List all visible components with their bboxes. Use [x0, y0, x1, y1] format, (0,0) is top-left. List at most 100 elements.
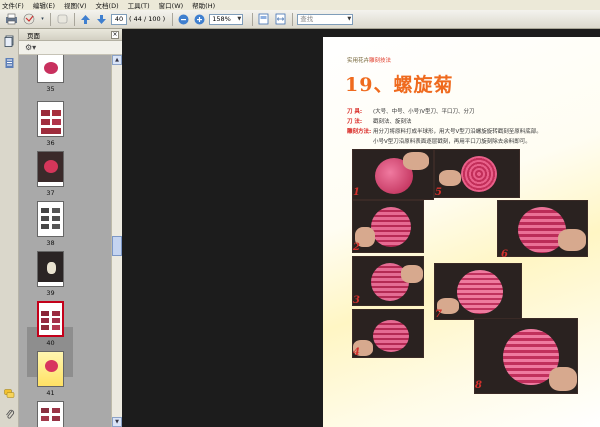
- process-line: 雕刻方法: 用分刀将原料打成半球形，用大号V型刀沿螺旋旋转戳刻至原料底部。: [347, 127, 542, 135]
- menu-tools[interactable]: 工具(T): [128, 0, 150, 10]
- toolbar-divider: [172, 12, 174, 26]
- method-line: 刀 法: 戳刻法、旋刻法: [347, 117, 412, 125]
- thumbnail-label: 37: [46, 189, 55, 197]
- find-input[interactable]: 查找 ▼: [297, 13, 354, 25]
- comments-icon[interactable]: [4, 389, 15, 400]
- step-number: 7: [435, 309, 442, 320]
- zoom-in-icon[interactable]: [193, 12, 205, 26]
- hand: [558, 229, 586, 251]
- menu-file[interactable]: 文件(F): [2, 0, 24, 10]
- page-thumbnail[interactable]: [37, 101, 64, 137]
- find-placeholder: 查找: [300, 14, 314, 23]
- thumbnail-label: 38: [46, 239, 55, 247]
- thumbnail-label: 35: [46, 85, 55, 93]
- step-number: 2: [353, 242, 360, 253]
- step-photo: [352, 309, 424, 358]
- toolbar-divider: [74, 12, 75, 26]
- radish-ball: [457, 270, 503, 314]
- previous-page-icon[interactable]: [79, 12, 91, 26]
- step-number: 3: [353, 295, 360, 306]
- page-thumbnail[interactable]: [37, 55, 64, 83]
- thumbnail-scrollbar[interactable]: ▲ ▼: [111, 55, 122, 427]
- email-icon[interactable]: [22, 12, 36, 26]
- step-number: 1: [353, 187, 360, 198]
- menu-document[interactable]: 文档(D): [96, 0, 119, 10]
- toolbar: ▾ 40 ( 44 / 100 ) 158% ▼ 查找 ▼: [0, 10, 600, 29]
- radish-ball: [371, 207, 411, 247]
- hand: [403, 152, 429, 170]
- hand-tool-icon[interactable]: [55, 12, 69, 26]
- zoom-level-select[interactable]: 158% ▼: [209, 13, 244, 25]
- tools-line: 刀 具: (大号、中号、小号)V型刀、平口刀、分刀: [347, 107, 475, 115]
- bookmarks-icon[interactable]: [3, 57, 15, 69]
- options-gear-icon[interactable]: ⚙▾: [25, 43, 36, 52]
- step-number: 8: [475, 380, 482, 391]
- page-title: 19、螺旋菊: [345, 74, 454, 96]
- method-value: 戳刻法、旋刻法: [373, 119, 412, 125]
- chevron-down-icon: ▼: [347, 15, 352, 22]
- chevron-down-icon: ▼: [237, 15, 242, 22]
- menu-help[interactable]: 帮助(H): [192, 0, 215, 10]
- close-icon[interactable]: ×: [111, 31, 119, 39]
- step-photo: [352, 200, 424, 253]
- process-value-1: 用分刀将原料打成半球形，用大号V型刀沿螺旋旋转戳刻至原料底部。: [373, 129, 542, 135]
- page-thumbnail[interactable]: [37, 351, 64, 387]
- step-number: 4: [353, 347, 360, 358]
- header-prefix: 实用花卉: [347, 58, 370, 64]
- scrollbar-thumb[interactable]: [112, 236, 122, 256]
- step-number: 6: [501, 249, 508, 260]
- page-number-input[interactable]: 40: [111, 13, 127, 25]
- navigation-icon-strip: [0, 29, 19, 427]
- scroll-down-arrow-icon[interactable]: ▼: [112, 417, 122, 427]
- menu-bar: 文件(F) 编辑(E) 视图(V) 文档(D) 工具(T) 窗口(W) 帮助(H…: [0, 0, 600, 10]
- tools-value: (大号、中号、小号)V型刀、平口刀、分刀: [373, 109, 475, 115]
- page-thumbnail[interactable]: [37, 151, 64, 187]
- step-photo: [474, 318, 578, 394]
- attachments-icon[interactable]: [4, 409, 15, 420]
- hand: [401, 265, 423, 283]
- thumbnail-label: 36: [46, 139, 55, 147]
- thumbnail-label: 40: [46, 339, 55, 347]
- step-photo: [497, 200, 588, 257]
- scroll-up-arrow-icon[interactable]: ▲: [112, 55, 122, 65]
- process-value-2: 小号V型刀沿原料表面逐层戳刻，再用平口刀旋刻除去余料即可。: [373, 139, 531, 145]
- dropdown-arrow-icon[interactable]: ▾: [40, 12, 45, 26]
- method-key: 刀 法:: [347, 119, 363, 125]
- zoom-out-icon[interactable]: [177, 12, 189, 26]
- tools-key: 刀 具:: [347, 109, 363, 115]
- step-photo: [352, 149, 434, 200]
- thumbnail-list[interactable]: 35 36 37 38 39 40 41: [19, 55, 111, 427]
- page-thumbnail[interactable]: [37, 251, 64, 287]
- hand: [549, 367, 577, 391]
- step-photo: [352, 256, 424, 306]
- fit-page-icon[interactable]: [257, 12, 270, 26]
- toolbar-divider: [252, 12, 254, 26]
- hand: [439, 170, 461, 186]
- page-thumbnail[interactable]: [37, 201, 64, 237]
- fit-width-icon[interactable]: [274, 12, 287, 26]
- radish-ball: [461, 156, 497, 192]
- pages-panel-toolbar: ⚙▾: [19, 41, 122, 55]
- page-thumbnail-selected[interactable]: [37, 301, 64, 337]
- page-running-header: 实用花卉雕刻技法: [347, 56, 391, 64]
- step-photo: [434, 149, 520, 198]
- radish-ball: [373, 320, 409, 352]
- document-viewport[interactable]: 实用花卉雕刻技法 19、螺旋菊 刀 具: (大号、中号、小号)V型刀、平口刀、分刀…: [122, 29, 600, 427]
- toolbar-divider: [50, 12, 51, 26]
- pages-icon[interactable]: [3, 35, 15, 47]
- next-page-icon[interactable]: [95, 12, 107, 26]
- menu-window[interactable]: 窗口(W): [159, 0, 184, 10]
- process-key: 雕刻方法:: [347, 129, 372, 135]
- print-icon[interactable]: [4, 12, 18, 26]
- menu-view[interactable]: 视图(V): [64, 0, 87, 10]
- pages-panel: 页面 × ⚙▾ 35 36 37 38 39 40 41 ▲ ▼: [19, 29, 122, 427]
- thumbnail-label: 39: [46, 289, 55, 297]
- zoom-level-value: 158%: [212, 14, 231, 23]
- step-number: 5: [435, 187, 442, 198]
- document-page: 实用花卉雕刻技法 19、螺旋菊 刀 具: (大号、中号、小号)V型刀、平口刀、分刀…: [323, 37, 600, 427]
- page-thumbnail[interactable]: [37, 401, 64, 427]
- pages-panel-title: 页面: [27, 31, 40, 40]
- step-photo: [434, 263, 522, 320]
- toolbar-divider: [292, 12, 294, 26]
- menu-edit[interactable]: 编辑(E): [33, 0, 55, 10]
